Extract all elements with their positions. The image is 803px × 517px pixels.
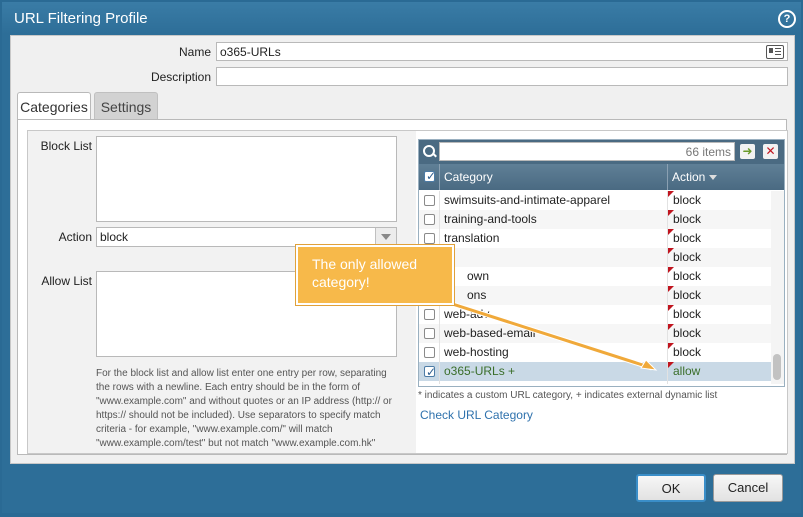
annotation-callout: The only allowed category! — [296, 245, 454, 305]
